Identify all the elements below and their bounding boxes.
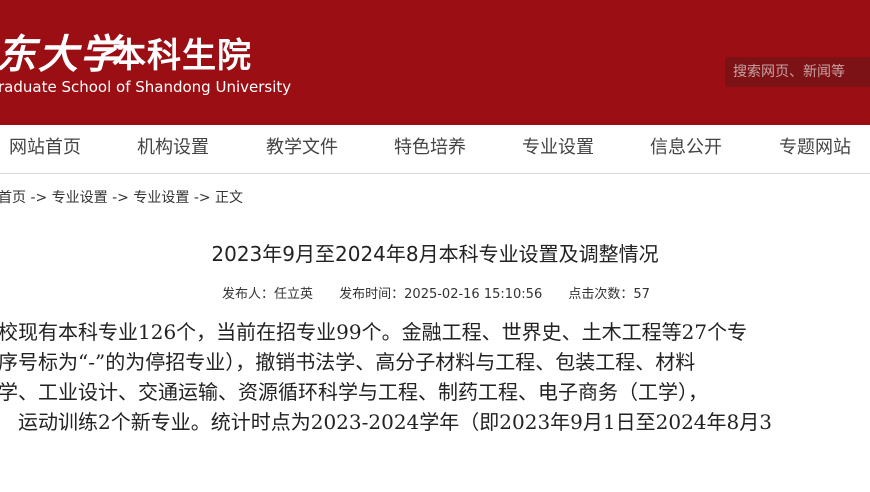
article-paragraph-line: 运动训练2个新专业。统计时点为2023-2024学年（即2023年9月1日至20… <box>18 410 772 434</box>
site-header: 东大学 本科生院 raduate School of Shandong Univ… <box>0 0 870 125</box>
nav-item-majors[interactable]: 专业设置 <box>522 125 594 173</box>
article-author: 发布人：任立英 <box>222 287 314 302</box>
nav-item-info-disclosure[interactable]: 信息公开 <box>650 125 722 173</box>
logo-english-name: raduate School of Shandong University <box>0 78 292 96</box>
article-title: 2023年9月至2024年8月本科专业设置及调整情况 <box>211 242 659 266</box>
article-paragraph-line: 序号标为“-”的为停招专业），撤销书法学、高分子材料与工程、包装工程、材料 <box>0 350 696 374</box>
logo-title[interactable]: 本科生院 <box>112 28 252 77</box>
search-input[interactable]: 搜索网页、新闻等 <box>725 57 870 87</box>
nav-item-featured-training[interactable]: 特色培养 <box>394 125 466 173</box>
article-paragraph-line: 学、工业设计、交通运输、资源循环科学与工程、制药工程、电子商务（工学）， <box>0 380 708 404</box>
logo-calligraphy[interactable]: 东大学 <box>0 22 122 80</box>
main-nav: 网站首页 机构设置 教学文件 特色培养 专业设置 信息公开 专题网站 <box>0 125 870 174</box>
nav-item-teaching-documents[interactable]: 教学文件 <box>266 125 338 173</box>
article-time: 发布时间：2025-02-16 15:10:56 <box>339 287 543 302</box>
nav-item-organization[interactable]: 机构设置 <box>137 125 209 173</box>
nav-item-special-sites[interactable]: 专题网站 <box>779 125 851 173</box>
article-paragraph-line: 校现有本科专业126个，当前在招专业99个。金融工程、世界史、土木工程等27个专 <box>0 320 748 344</box>
breadcrumb[interactable]: 首页 -> 专业设置 -> 专业设置 -> 正文 <box>0 187 243 207</box>
nav-item-home[interactable]: 网站首页 <box>9 125 81 173</box>
article-clicks: 点击次数：57 <box>568 287 650 302</box>
article-meta: 发布人：任立英 发布时间：2025-02-16 15:10:56 点击次数：57 <box>222 283 672 302</box>
